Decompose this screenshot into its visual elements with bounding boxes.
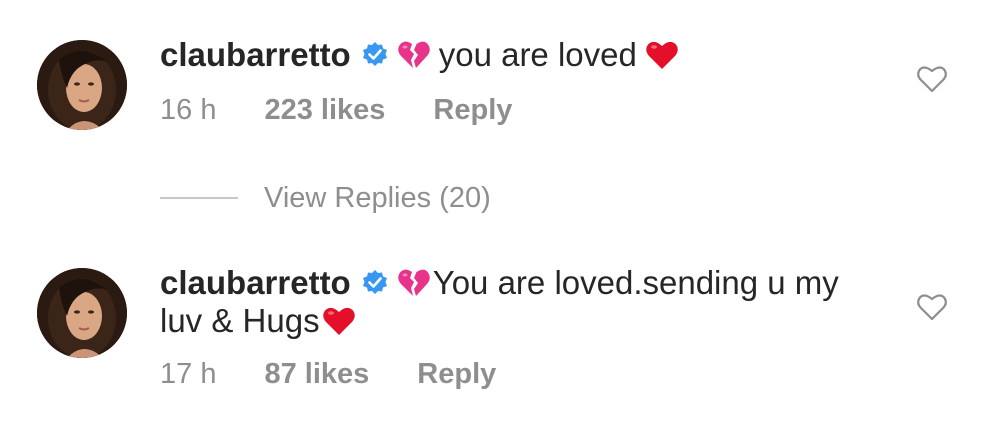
comment-message: you are loved	[438, 36, 637, 73]
avatar-image	[37, 268, 127, 358]
comment-message-part2: luv & Hugs	[160, 302, 320, 339]
comment-text: claubarretto you are loved	[160, 36, 900, 74]
avatar-image	[37, 40, 127, 130]
username[interactable]: claubarretto	[160, 264, 351, 301]
like-heart-icon[interactable]	[916, 292, 948, 322]
comment: claubarretto You are loved.sending u my lu…	[0, 250, 1000, 433]
broken-heart-emoji	[397, 39, 431, 71]
broken-heart-emoji	[397, 267, 431, 299]
avatar[interactable]	[37, 40, 127, 130]
comment-meta: 17 h 87 likes Reply	[160, 358, 900, 391]
like-heart-icon[interactable]	[916, 64, 948, 94]
comment-text: claubarretto You are loved.sending u my lu…	[160, 264, 900, 340]
verified-badge-icon	[361, 41, 389, 69]
comment-time: 17 h	[160, 358, 217, 390]
comment-meta: 16 h 223 likes Reply	[160, 94, 900, 127]
comment-time: 16 h	[160, 94, 217, 126]
reply-button[interactable]: Reply	[417, 358, 496, 391]
red-heart-emoji	[645, 39, 679, 71]
likes-count[interactable]: 223 likes	[264, 94, 385, 127]
view-replies-button[interactable]: View Replies (20)	[160, 178, 491, 218]
username[interactable]: claubarretto	[160, 36, 351, 73]
view-replies-label: View Replies (20)	[264, 181, 491, 214]
comment: claubarretto you are loved 16 h 223 likes R…	[0, 0, 1000, 160]
verified-badge-icon	[361, 269, 389, 297]
red-heart-emoji	[322, 305, 356, 337]
comment-message-part1: You are loved.sending u my	[432, 264, 839, 301]
likes-count[interactable]: 87 likes	[264, 358, 369, 391]
comment-body: claubarretto you are loved 16 h 223 likes R…	[160, 36, 900, 127]
reply-button[interactable]: Reply	[433, 94, 512, 127]
divider	[160, 197, 238, 199]
comment-body: claubarretto You are loved.sending u my lu…	[160, 264, 900, 391]
avatar[interactable]	[37, 268, 127, 358]
